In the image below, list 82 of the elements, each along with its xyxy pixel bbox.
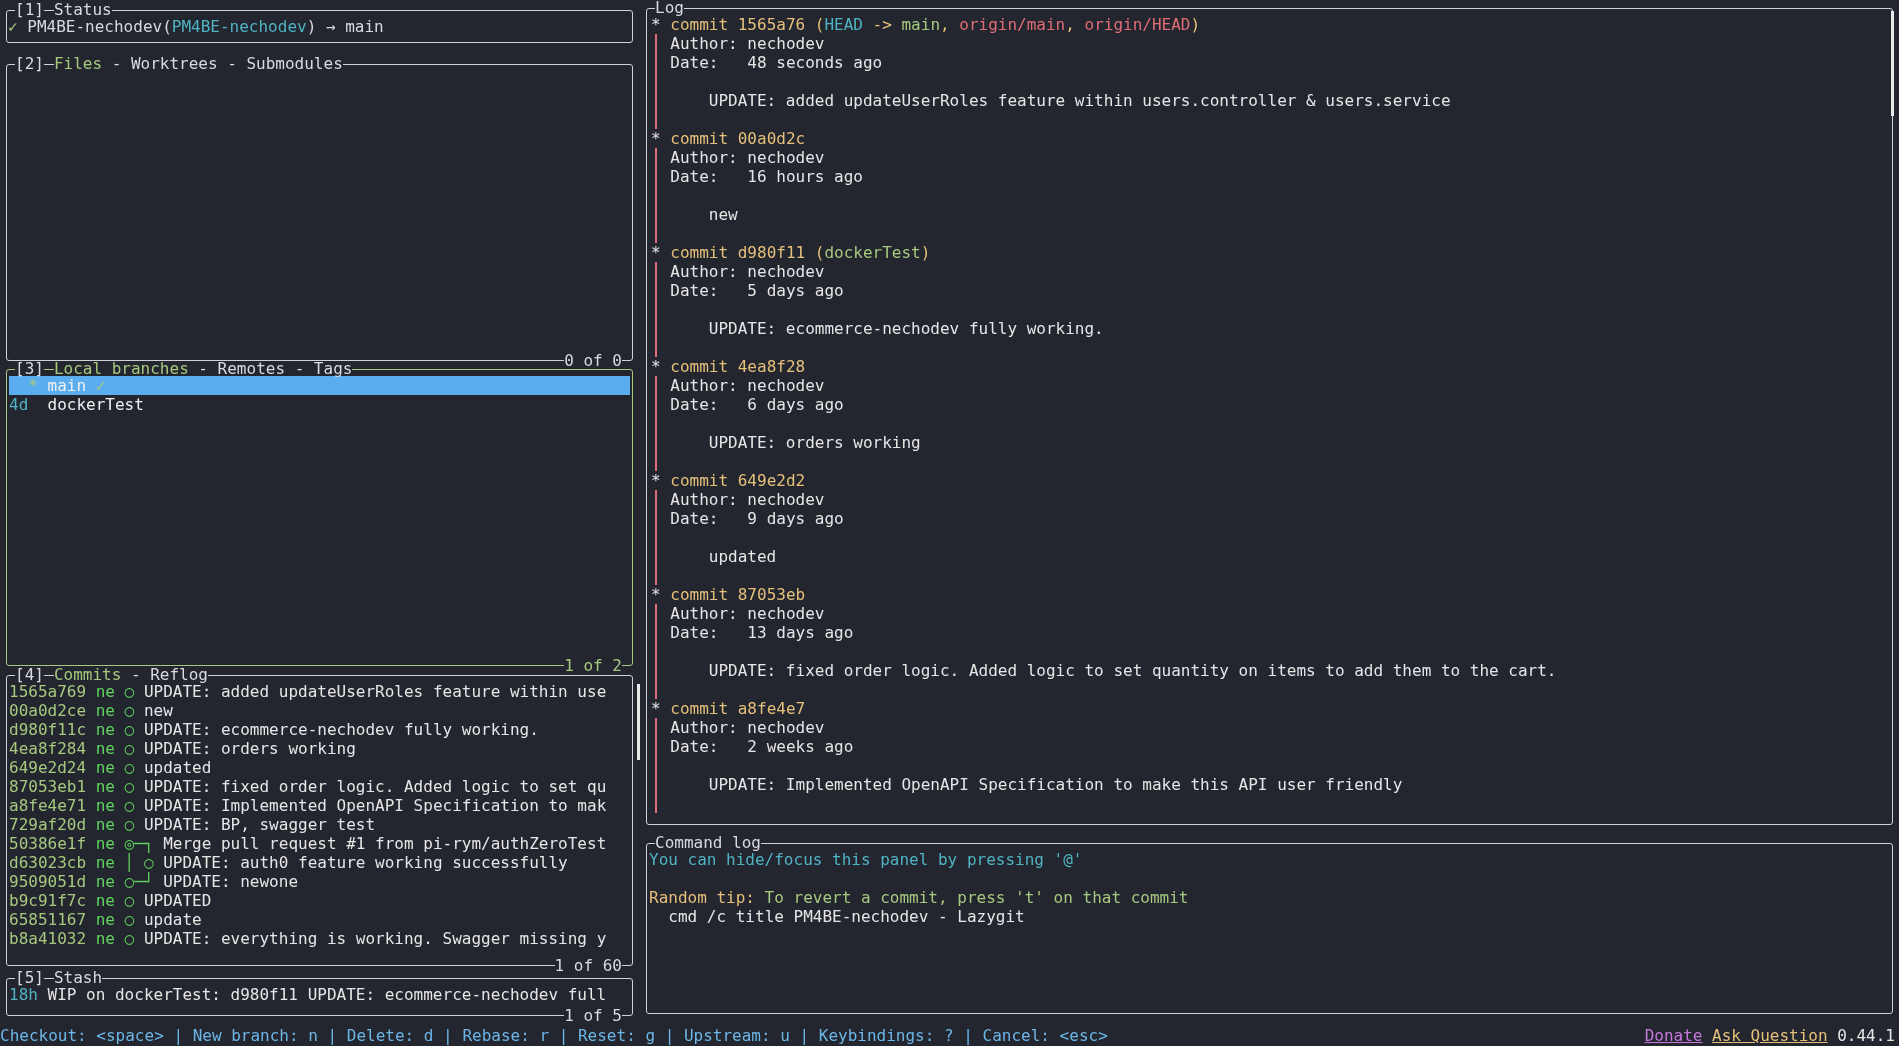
commit-message: UPDATE: ecommerce-nechodev fully working. [707,319,1104,338]
panel-title: Status [53,3,112,17]
commit-message: UPDATE: Implemented OpenAPI Specification to make this API user friendly [707,775,1403,794]
panel-tab[interactable]: Remotes [217,362,286,376]
version-text: 0.44.1 [1837,1025,1896,1045]
bar-link[interactable]: Ask Question [1712,1025,1828,1045]
branch-row[interactable]: 4d dockerTest [9,395,630,414]
date-line: Date: 9 days ago [670,509,844,528]
commit-marker-text: * [651,585,661,604]
commit-message: UPDATE: added updateUserRoles feature within users.controller & users.service [707,91,1451,110]
commit-row[interactable]: 1565a769 ne ○ UPDATE: added updateUserRoles feature within use [9,682,632,701]
commit-message: updated [707,547,777,566]
commit-row[interactable]: a8fe4e71 ne ○ UPDATE: Implemented OpenAPI Specification to mak [9,796,632,815]
panel-tab[interactable]: Files [53,57,103,71]
commit-header: commit 4ea8f28 [670,357,807,376]
panel-number: [4] [15,668,44,682]
commit-message: UPDATE: orders working [707,433,921,452]
item-counter: 0 of 0 [564,354,622,368]
commit-message: UPDATE: fixed order logic. Added logic to set quantity on items to add them to the cart. [707,661,1557,680]
panel-tab[interactable]: Worktrees [130,57,218,71]
date-line: Date: 6 days ago [670,395,844,414]
author-line: Author: nechodev [670,718,825,737]
author-line: Author: nechodev [670,148,825,167]
commit-header: commit 1565a76 (HEAD -> main, origin/main, origin/HEAD) [670,15,1202,34]
author-line: Author: nechodev [670,604,825,623]
commit-marker-text: * [651,243,661,262]
commit-marker-text: * [651,15,661,34]
author-line: Author: nechodev [670,490,825,509]
date-line: Date: 13 days ago [670,623,854,642]
commit-row[interactable]: d980f11c ne ○ UPDATE: ecommerce-nechodev fully working. [9,720,632,739]
commit-row[interactable]: 9509051d ne ○─┘ UPDATE: newone [9,872,632,891]
panel-tab[interactable]: Tags [313,362,353,376]
bar-link[interactable]: Donate [1644,1025,1703,1045]
panel-title: Log [655,1,684,15]
commit-header: commit d980f11 (dockerTest) [670,243,932,262]
panel-number: [1] [15,3,44,17]
commit-marker-text: * [651,129,661,148]
author-line: Author: nechodev [670,262,825,281]
panel-tab[interactable]: Reflog [150,668,208,682]
date-line: Date: 48 seconds ago [670,53,883,72]
item-counter: 1 of 2 [564,659,622,673]
commit-row[interactable]: 87053eb1 ne ○ UPDATE: fixed order logic. Added logic to set qu [9,777,632,796]
repo-status: ✓ PM4BE-nechodev(PM4BE-nechodev) → main [8,17,385,36]
commit-marker-text: * [651,699,661,718]
commit-header: commit 87053eb [670,585,807,604]
commit-row[interactable]: d63023cb ne │ ○ UPDATE: auth0 feature working successfully [9,853,632,872]
commit-row[interactable]: 50386e1f ne ◎─┐ Merge pull request #1 from pi-rym/authZeroTest [9,834,632,853]
commit-header: commit 00a0d2c [670,129,807,148]
keybindings-text: Checkout: <space> | New branch: n | Delete: d | Rebase: r | Reset: g | Upstream: u | Keybindings: ? | Cancel: <esc> [0,1025,1108,1045]
commit-header: commit 649e2d2 [670,471,807,490]
commit-marker-text: * [651,357,661,376]
date-line: Date: 16 hours ago [670,167,863,186]
author-line: Author: nechodev [670,376,825,395]
scrollbar-thumb[interactable] [1891,11,1894,116]
commit-row[interactable]: b8a41032 ne ○ UPDATE: everything is working. Swagger missing y [9,929,632,948]
panel-number: [3] [15,362,44,376]
panel-title: Stash [53,971,103,985]
commit-row[interactable]: 649e2d24 ne ○ updated [9,758,632,777]
commit-row[interactable]: 4ea8f284 ne ○ UPDATE: orders working [9,739,632,758]
commit-row[interactable]: b9c91f7c ne ○ UPDATED [9,891,632,910]
info-message: You can hide/focus this panel by pressing '@' [649,850,1083,869]
commit-row[interactable]: 00a0d2ce ne ○ new [9,701,632,720]
commit-row[interactable]: 729af20d ne ○ UPDATE: BP, swagger test [9,815,632,834]
panel-tab[interactable]: Commits [53,668,122,682]
panel-tab[interactable]: Local branches [53,362,189,376]
panel-tab[interactable]: Submodules [246,57,343,71]
item-counter: 1 of 60 [554,959,622,973]
stash-row[interactable]: 18h WIP on dockerTest: d980f11 UPDATE: ecommerce-nechodev full [9,985,632,1004]
scrollbar-thumb[interactable] [637,684,640,760]
panel-title: Command log [655,836,761,850]
panel-number: [5] [15,971,44,985]
date-line: Date: 2 weeks ago [670,737,854,756]
date-line: Date: 5 days ago [670,281,844,300]
commit-marker-text: * [651,471,661,490]
commit-row[interactable]: 65851167 ne ○ update [9,910,632,929]
random-tip: Random tip: To revert a commit, press 't' on that commit [649,888,1189,907]
commit-message: new [707,205,738,224]
panel-number: [2] [15,57,44,71]
author-line: Author: nechodev [670,34,825,53]
commit-header: commit a8fe4e7 [670,699,807,718]
item-counter: 1 of 5 [564,1009,622,1023]
command-line: cmd /c title PM4BE-nechodev - Lazygit [667,907,1025,926]
